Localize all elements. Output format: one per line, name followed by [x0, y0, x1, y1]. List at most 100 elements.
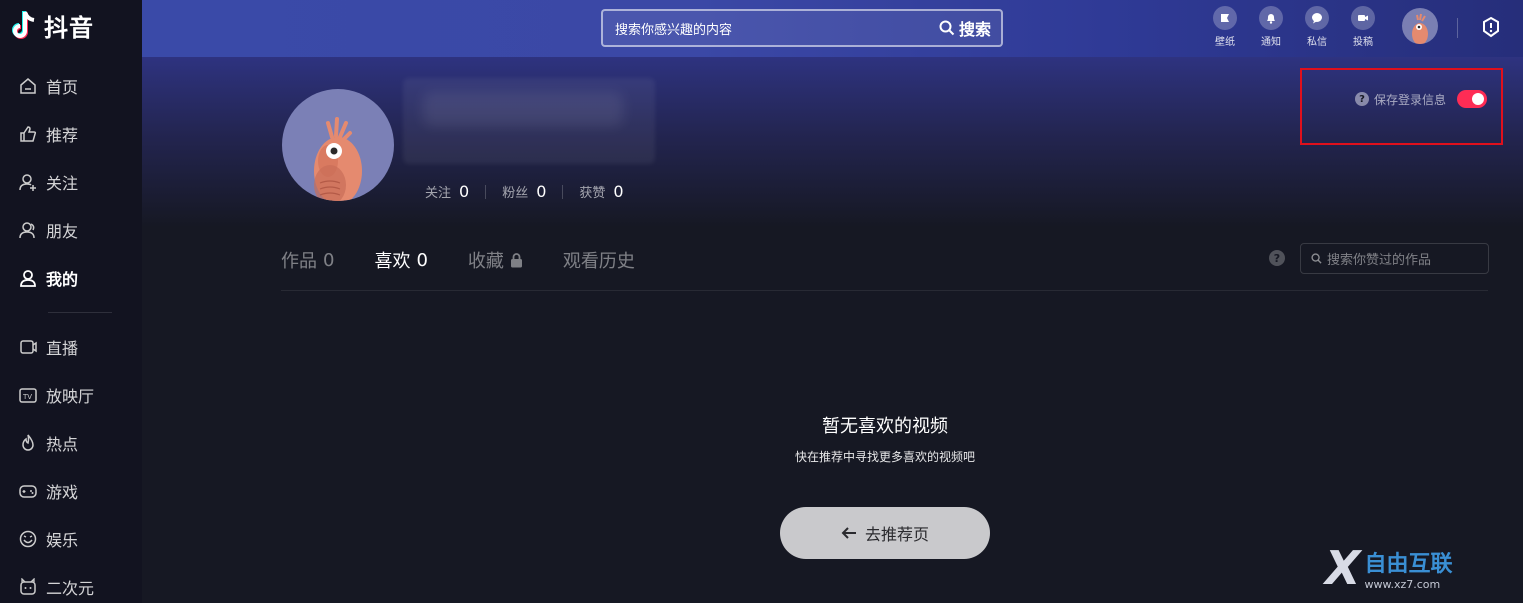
notification-button[interactable]: 通知	[1251, 6, 1291, 48]
watermark: X 自由互联 www.xz7.com	[1325, 545, 1452, 591]
tab-history[interactable]: 观看历史	[563, 247, 635, 273]
sidebar-item-label: 首页	[46, 78, 79, 97]
tab-label: 收藏	[467, 251, 504, 272]
sidebar-item-friends[interactable]: 朋友	[0, 206, 142, 254]
stat-likes[interactable]: 获赞 0	[579, 182, 623, 201]
shield-icon[interactable]	[1481, 16, 1501, 38]
sidebar-item-label: 娱乐	[46, 531, 79, 550]
tab-works[interactable]: 作品 0	[281, 247, 334, 273]
lock-icon	[510, 252, 522, 267]
app-logo[interactable]: 抖音	[10, 8, 94, 43]
arrow-left-icon	[841, 527, 856, 539]
bell-icon	[1259, 6, 1283, 30]
tab-favorites[interactable]: 收藏	[468, 247, 523, 273]
empty-subtitle: 快在推荐中寻找更多喜欢的视频吧	[794, 450, 975, 464]
stat-value: 0	[536, 182, 547, 201]
stat-value: 0	[459, 182, 470, 201]
sidebar-item-label: 放映厅	[46, 387, 95, 406]
sidebar-item-anime[interactable]: 二次元	[0, 563, 142, 603]
search-button[interactable]: 搜索	[939, 16, 1001, 40]
douyin-logo-icon	[10, 9, 38, 43]
thumbs-up-icon	[18, 124, 38, 144]
anime-icon	[18, 577, 38, 597]
sidebar-item-label: 游戏	[46, 483, 79, 502]
wallpaper-icon	[1213, 6, 1237, 30]
message-button[interactable]: 私信	[1297, 6, 1337, 48]
tab-label: 喜欢	[374, 251, 411, 272]
profile-stats: 关注 0 粉丝 0 获赞 0	[425, 182, 624, 201]
tab-likes[interactable]: 喜欢 0	[374, 247, 427, 273]
stat-value: 0	[613, 182, 624, 201]
message-label: 私信	[1307, 37, 1327, 48]
sidebar-item-label: 二次元	[46, 579, 95, 598]
home-icon	[18, 76, 38, 96]
tabs-divider	[281, 290, 1488, 291]
stat-label: 获赞	[579, 186, 606, 201]
search-button-label: 搜索	[958, 20, 991, 39]
stat-followers[interactable]: 粉丝 0	[502, 182, 546, 201]
profile-tabs: 作品 0 喜欢 0 收藏 观看历史	[281, 247, 635, 273]
sidebar-item-entertainment[interactable]: 娱乐	[0, 515, 142, 563]
message-icon	[1305, 6, 1329, 30]
search-input[interactable]: 搜索你感兴趣的内容	[603, 19, 939, 38]
stat-divider	[485, 184, 487, 199]
user-icon	[18, 268, 38, 288]
sidebar-item-label: 我的	[46, 270, 79, 289]
watermark-url: www.xz7.com	[1364, 578, 1441, 591]
empty-title: 暂无喜欢的视频	[822, 416, 948, 437]
live-icon	[18, 337, 38, 357]
upload-label: 投稿	[1353, 37, 1373, 48]
sidebar-item-label: 朋友	[46, 222, 79, 241]
stat-following[interactable]: 关注 0	[425, 182, 469, 201]
profile-avatar[interactable]	[282, 89, 394, 201]
liked-search-input[interactable]: 搜索你赞过的作品	[1300, 243, 1489, 274]
tab-count: 0	[416, 249, 428, 271]
go-recommend-button[interactable]: 去推荐页	[780, 507, 990, 559]
search-box[interactable]: 搜索你感兴趣的内容 搜索	[601, 9, 1003, 47]
sidebar-item-home[interactable]: 首页	[0, 62, 142, 110]
tab-label: 作品	[281, 251, 317, 272]
sidebar-item-label: 推荐	[46, 126, 79, 145]
stat-label: 粉丝	[502, 186, 529, 201]
search-icon	[1311, 253, 1322, 264]
search-icon	[939, 20, 955, 36]
sidebar-divider	[48, 312, 112, 313]
sidebar: 抖音 首页 推荐 关注 朋友 我的 直播 TV 放映厅 热点 游戏 娱乐 二次元	[0, 0, 142, 603]
notification-label: 通知	[1261, 37, 1281, 48]
tab-count: 0	[323, 249, 335, 271]
header-avatar[interactable]	[1402, 8, 1438, 44]
stat-label: 关注	[425, 186, 452, 201]
wallpaper-label: 壁纸	[1215, 37, 1235, 48]
liked-search-placeholder: 搜索你赞过的作品	[1327, 253, 1432, 268]
highlight-box	[1300, 68, 1503, 145]
tv-icon: TV	[18, 385, 38, 405]
smile-icon	[18, 529, 38, 549]
upload-button[interactable]: 投稿	[1343, 6, 1383, 48]
shrimp-avatar-icon	[314, 117, 362, 201]
sidebar-item-label: 直播	[46, 339, 79, 358]
user-plus-icon	[18, 172, 38, 192]
gamepad-icon	[18, 481, 38, 501]
header-divider	[1457, 18, 1458, 38]
top-bar: 搜索你感兴趣的内容 搜索 壁纸 通知 私信 投稿	[142, 0, 1523, 57]
stat-divider	[562, 184, 564, 199]
blurred-username	[403, 78, 655, 164]
wallpaper-button[interactable]: 壁纸	[1205, 6, 1245, 48]
sidebar-item-mine[interactable]: 我的	[0, 254, 142, 302]
sidebar-nav: 首页 推荐 关注 朋友 我的 直播 TV 放映厅 热点 游戏 娱乐 二次元	[0, 62, 142, 603]
sidebar-item-games[interactable]: 游戏	[0, 467, 142, 515]
watermark-text: 自由互联	[1364, 552, 1453, 577]
sidebar-item-label: 关注	[46, 174, 79, 193]
help-icon[interactable]: ?	[1269, 250, 1285, 266]
upload-video-icon	[1351, 6, 1375, 30]
watermark-x-icon: X	[1325, 541, 1361, 595]
app-name: 抖音	[44, 14, 94, 42]
sidebar-item-follow[interactable]: 关注	[0, 158, 142, 206]
sidebar-item-recommend[interactable]: 推荐	[0, 110, 142, 158]
friends-icon	[18, 220, 38, 240]
shrimp-avatar-icon	[1412, 13, 1428, 44]
sidebar-item-live[interactable]: 直播	[0, 323, 142, 371]
tab-label: 观看历史	[562, 251, 635, 272]
svg-text:TV: TV	[22, 393, 32, 401]
go-recommend-label: 去推荐页	[864, 525, 929, 544]
